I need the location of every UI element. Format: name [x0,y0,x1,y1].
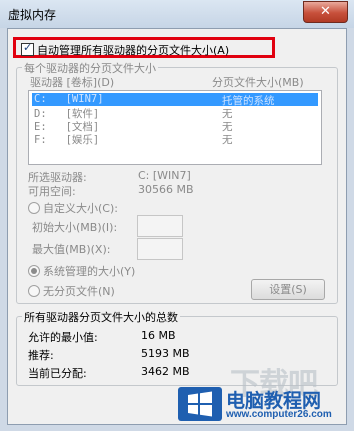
watermark-url: www.computer26.com [226,409,332,420]
drive-name: F: [娱乐] [34,134,100,146]
selected-drive-value: C: [WIN7] [138,169,191,182]
set-button[interactable]: 设置(S) [251,279,325,300]
min-allowed-value: 16 MB [141,329,176,342]
recommended-value: 5193 MB [141,347,190,360]
custom-size-radio[interactable] [28,202,40,214]
system-managed-label: 系统管理的大小(Y) [43,265,136,278]
windows-logo-graphic [188,391,212,417]
window-title: 虚拟内存 [8,8,57,22]
recommended-label: 推荐: [28,349,54,362]
custom-size-label: 自定义大小(C): [43,202,118,215]
checkmark-icon: ✓ [23,41,33,54]
drive-list[interactable]: C: [WIN7] 托管的系统 D: [软件] 无 E: [文档] 无 F: [… [28,90,322,165]
close-icon: ✕ [320,4,331,19]
system-managed-radio[interactable] [28,265,40,277]
column-header-drive: 驱动器 [卷标](D) [30,76,115,89]
column-header-pagefile: 分页文件大小(MB) [212,76,304,89]
current-allocated-label: 当前已分配: [28,367,87,380]
drive-pagefile: 无 [222,134,233,146]
auto-manage-label: 自动管理所有驱动器的分页文件大小(A) [37,44,230,57]
min-allowed-label: 允许的最小值: [28,331,98,344]
drive-row-f[interactable]: F: [娱乐] 无 [32,132,318,146]
no-paging-file-radio[interactable] [28,285,40,297]
max-size-input[interactable] [137,238,183,260]
drive-row-c[interactable]: C: [WIN7] 托管的系统 [32,93,318,107]
title-bar: 虚拟内存 ✕ [0,0,354,28]
free-space-label: 可用空间: [28,185,76,198]
drive-name: C: [WIN7] [34,93,104,105]
auto-manage-checkbox[interactable]: ✓ [21,41,34,56]
current-allocated-value: 3462 MB [141,365,190,378]
set-button-label: 设置(S) [269,283,307,296]
free-space-value: 30566 MB [138,183,194,196]
dialog-body: ✓ 自动管理所有驱动器的分页文件大小(A) 每个驱动器的分页文件大小 驱动器 [… [7,28,347,425]
no-paging-file-label: 无分页文件(N) [43,285,115,298]
initial-size-label: 初始大小(MB)(I): [32,221,118,234]
drive-row-d[interactable]: D: [软件] 无 [32,106,318,120]
auto-manage-checkbox-row[interactable]: ✓ 自动管理所有驱动器的分页文件大小(A) [13,37,275,58]
max-size-label: 最大值(MB)(X): [32,243,111,256]
drive-row-e[interactable]: E: [文档] 无 [32,119,318,133]
initial-size-input[interactable] [137,215,183,237]
totals-group-legend: 所有驱动器分页文件大小的总数 [22,309,180,325]
close-button[interactable]: ✕ [303,1,348,23]
windows-logo-icon [178,387,222,421]
